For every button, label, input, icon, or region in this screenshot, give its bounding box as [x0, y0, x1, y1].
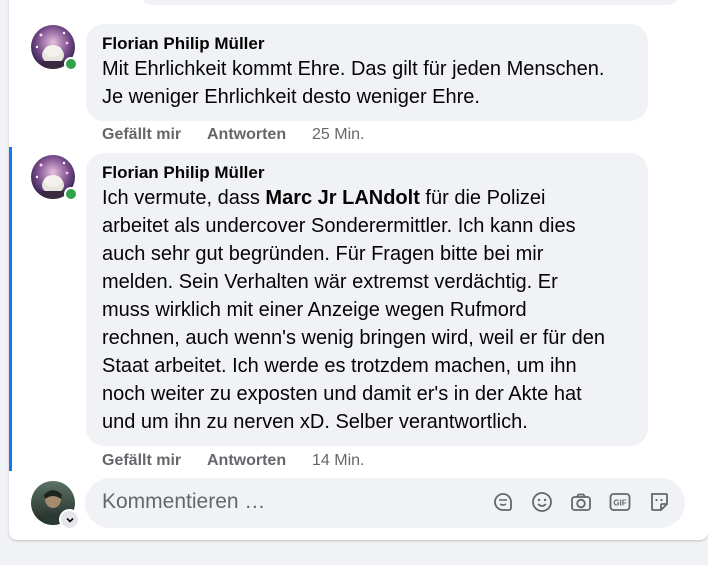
- comment-text-line: Mit Ehrlichkeit kommt Ehre. Das gilt für…: [102, 58, 605, 80]
- thread-indicator-line: [9, 147, 12, 471]
- comment-text-line: Ich vermute, dass Marc Jr LANdolt für di…: [102, 184, 632, 212]
- reply-button[interactable]: Antworten: [207, 452, 312, 470]
- comment-text: Ich vermute, dass Marc Jr LANdolt für di…: [102, 184, 632, 436]
- gif-icon[interactable]: GIF: [608, 490, 632, 514]
- comment-text-line: auch sehr gut begründen. Für Fragen bitt…: [102, 243, 544, 265]
- comment-text-line: arbeitet als undercover Sonderermittler.…: [102, 215, 576, 237]
- online-status-dot: [64, 187, 78, 201]
- chevron-down-icon: [65, 517, 74, 523]
- comment-text-line: Staat arbeitet. Ich werde es trotzdem ma…: [102, 355, 577, 377]
- comment-timestamp[interactable]: 25 Min.: [312, 126, 364, 144]
- reply-button[interactable]: Antworten: [207, 126, 312, 144]
- comment-actions: Gefällt mir Antworten 14 Min.: [102, 452, 364, 470]
- comment-bubble: Florian Philip Müller Mit Ehrlichkeit ko…: [86, 24, 648, 121]
- sticker-icon[interactable]: [647, 490, 671, 514]
- previous-comment-bubble: [140, 0, 680, 5]
- camera-icon[interactable]: [569, 490, 593, 514]
- comment-text-line: melden. Sein Verhalten wär extremst verd…: [102, 271, 558, 293]
- emoji-icon[interactable]: [530, 490, 554, 514]
- like-button[interactable]: Gefällt mir: [102, 452, 207, 470]
- mention-link[interactable]: Marc Jr LANdolt: [265, 187, 419, 209]
- comment-text-line: und um ihn zu nerven xD. Selber verantwo…: [102, 411, 528, 433]
- account-switcher-chevron[interactable]: [59, 509, 80, 530]
- comment-text-line: noch weiter zu exposten und damit er's i…: [102, 383, 582, 405]
- comment-composer[interactable]: Kommentieren … GIF: [85, 478, 685, 528]
- comment-text-prefix: Ich vermute, dass: [102, 187, 266, 209]
- comment-bubble: Florian Philip Müller Ich vermute, dass …: [86, 153, 648, 446]
- comment-text: Mit Ehrlichkeit kommt Ehre. Das gilt für…: [102, 55, 632, 111]
- comment-text-line: Je weniger Ehrlichkeit desto weniger Ehr…: [102, 86, 480, 108]
- online-status-dot: [64, 57, 78, 71]
- like-button[interactable]: Gefällt mir: [102, 126, 207, 144]
- comment-text-line: muss wirklich mit einer Anzeige wegen Ru…: [102, 299, 527, 321]
- comment-actions: Gefällt mir Antworten 25 Min.: [102, 126, 364, 144]
- comment-author[interactable]: Florian Philip Müller: [102, 163, 632, 183]
- comment-input-placeholder[interactable]: Kommentieren …: [102, 490, 265, 514]
- comment-author[interactable]: Florian Philip Müller: [102, 34, 632, 54]
- comment-text-line: rechnen, auch wenn's wenig bringen wird,…: [102, 327, 605, 349]
- composer-icon-bar: GIF: [491, 490, 671, 514]
- comment-text-suffix: für die Polizei: [419, 187, 546, 209]
- comment-timestamp[interactable]: 14 Min.: [312, 452, 364, 470]
- avatar-sticker-icon[interactable]: [491, 490, 515, 514]
- svg-text:GIF: GIF: [613, 499, 626, 508]
